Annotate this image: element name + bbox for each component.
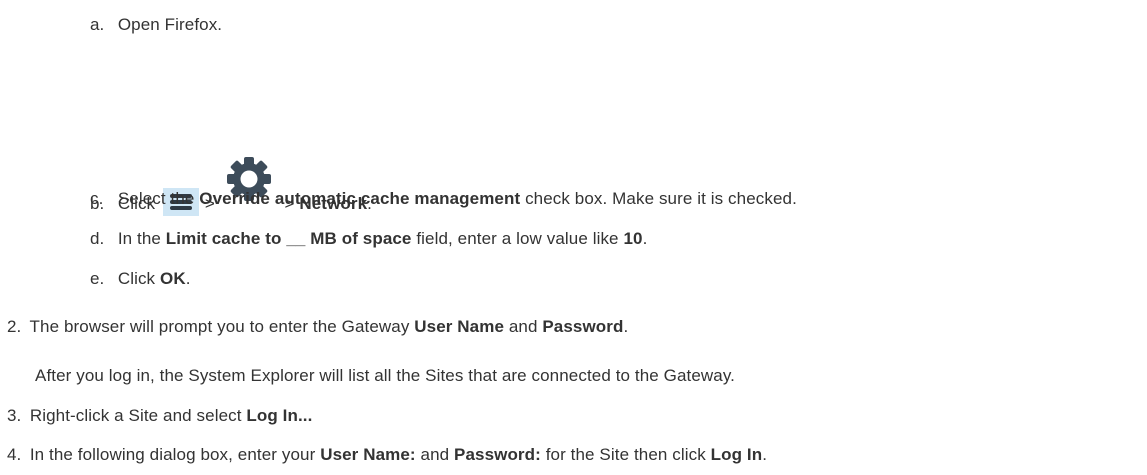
step-text: Right-click a Site and select [29, 406, 242, 425]
step-bold: Override automatic cache management [199, 189, 521, 208]
step-marker: 3. [7, 406, 22, 425]
step-4: 4. In the following dialog box, enter yo… [7, 444, 767, 466]
step-e: e. Click OK. [90, 268, 191, 290]
step-text: In the [117, 229, 161, 248]
step-text: . [623, 317, 629, 336]
step-text: check box. Make sure it is checked. [525, 189, 797, 208]
step-text: Select the [117, 189, 195, 208]
step-2-paragraph: After you log in, the System Explorer wi… [35, 365, 735, 387]
step-text: In the following dialog box, enter your [29, 445, 316, 464]
step-marker: 4. [7, 445, 22, 464]
paragraph-text: After you log in, the System Explorer wi… [35, 366, 736, 385]
step-marker: a. [90, 15, 105, 34]
step-marker: c. [90, 189, 104, 208]
step-marker: d. [90, 229, 105, 248]
step-text: Open Firefox. [117, 15, 223, 34]
step-2: 2. The browser will prompt you to enter … [7, 316, 628, 338]
step-bold: OK [160, 269, 186, 288]
step-bold: Log In... [246, 406, 313, 425]
step-bold: Log In [710, 445, 763, 464]
step-marker: 2. [7, 317, 22, 336]
step-text: The browser will prompt you to enter the… [29, 317, 410, 336]
step-d: d. In the Limit cache to __ MB of space … [90, 228, 647, 250]
step-c: c. Select the Override automatic cache m… [90, 188, 797, 210]
step-text: . [642, 229, 648, 248]
step-text: field, enter a low value like [416, 229, 619, 248]
step-bold: User Name [414, 317, 505, 336]
step-bold: Password: [454, 445, 541, 464]
step-bold: 10 [623, 229, 643, 248]
step-text: and [420, 445, 450, 464]
step-text: . [762, 445, 768, 464]
step-bold: Password [542, 317, 624, 336]
step-text: Click [117, 269, 156, 288]
step-bold: Limit cache to __ MB of space [165, 229, 412, 248]
step-bold: User Name: [320, 445, 416, 464]
step-text: and [508, 317, 538, 336]
step-text: for the Site then click [545, 445, 706, 464]
step-marker: e. [90, 269, 105, 288]
step-a: a. Open Firefox. [90, 14, 222, 36]
step-text: . [185, 269, 191, 288]
step-3: 3. Right-click a Site and select Log In.… [7, 405, 312, 427]
